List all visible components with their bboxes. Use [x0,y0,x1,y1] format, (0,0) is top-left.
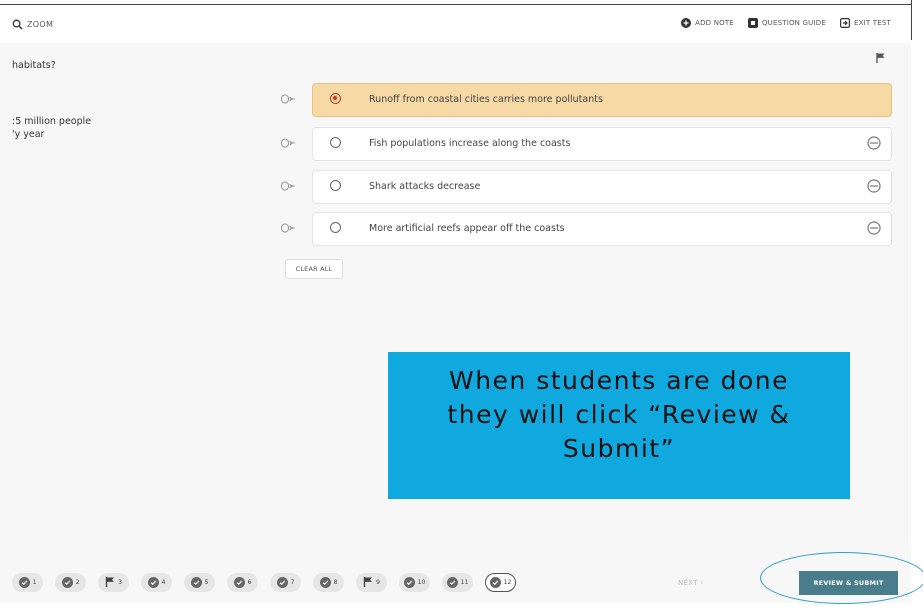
check-icon [319,577,331,588]
question-nav-2[interactable]: 2 [55,573,86,592]
check-icon [18,577,30,588]
eliminate-icon[interactable] [867,136,881,150]
question-nav-1[interactable]: 1 [12,573,43,592]
passage-text: :5 million people 'y year [12,115,91,141]
check-icon [403,577,415,588]
answer-choice-d[interactable]: More artificial reefs appear off the coa… [312,212,892,246]
clear-all-button[interactable]: CLEAR ALL [285,259,343,279]
question-nav-11[interactable]: 11 [442,573,473,592]
question-guide-label: QUESTION GUIDE [761,19,826,27]
choice-text: More artificial reefs appear off the coa… [369,223,565,234]
answer-choice-row: Fish populations increase along the coas… [280,127,892,161]
question-number: 4 [161,579,166,586]
callout-line: When students are done [448,366,790,395]
check-icon [233,577,245,588]
eliminator-icon[interactable] [280,137,296,149]
question-number: 11 [460,579,469,586]
question-number: 2 [75,579,80,586]
zoom-button[interactable]: ZOOM [12,19,53,30]
eliminate-icon[interactable] [867,179,881,193]
callout-line: they will click “Review & [447,400,791,429]
question-nav-4[interactable]: 4 [141,573,172,592]
choice-text: Shark attacks decrease [369,181,481,192]
question-number: 10 [417,579,426,586]
check-icon [147,577,159,588]
exit-test-label: EXIT TEST [853,19,891,27]
eliminator-icon[interactable] [280,222,296,234]
answer-choice-c[interactable]: Shark attacks decrease [312,170,892,204]
question-nav-6[interactable]: 6 [227,573,258,592]
question-number: 1 [32,579,37,586]
choice-text: Runoff from coastal cities carries more … [369,94,603,105]
question-nav-8[interactable]: 8 [313,573,344,592]
check-icon [190,577,202,588]
check-icon [489,577,501,588]
passage-line: 'y year [12,129,45,140]
callout-line: Submit” [562,434,676,463]
highlight-circle [760,552,923,604]
answer-choice-row: Shark attacks decrease [280,170,892,204]
question-number: 8 [333,579,338,586]
choice-text: Fish populations increase along the coas… [369,138,571,149]
add-note-button[interactable]: ADD NOTE [681,18,734,28]
guide-icon [747,18,758,28]
answer-choice-row: Runoff from coastal cities carries more … [280,83,892,117]
radio-button[interactable] [330,222,341,233]
question-nav-3[interactable]: 3 [98,573,129,592]
answer-choice-b[interactable]: Fish populations increase along the coas… [312,127,892,161]
question-nav-7[interactable]: 7 [270,573,301,592]
eliminate-icon[interactable] [867,221,881,235]
add-note-label: ADD NOTE [695,19,734,27]
question-number: 3 [118,579,122,586]
radio-button[interactable] [330,93,341,104]
question-number: 12 [503,579,512,586]
radio-button[interactable] [330,180,341,191]
zoom-label: ZOOM [27,20,54,29]
question-nav-9[interactable]: 9 [356,573,387,592]
instruction-callout: When students are done they will click “… [388,352,850,499]
answer-choice-row: More artificial reefs appear off the coa… [280,212,892,246]
flag-icon [363,576,373,589]
question-nav-5[interactable]: 5 [184,573,215,592]
check-icon [446,577,458,588]
check-icon [61,577,73,588]
search-icon [12,19,23,30]
answer-choice-a[interactable]: Runoff from coastal cities carries more … [312,83,892,117]
window-edge [911,0,912,40]
top-toolbar: ZOOM ADD NOTE QUESTION GUIDE EXIT TEST [0,4,911,44]
question-navigator: 1 2 3 4 5 6 7 8 9 10 11 12 [12,573,528,592]
flag-icon[interactable] [876,53,886,63]
question-nav-10[interactable]: 10 [399,573,430,592]
question-number: 7 [290,579,295,586]
passage-line: :5 million people [12,116,92,127]
flag-icon [105,576,115,589]
exit-test-button[interactable]: EXIT TEST [839,18,891,28]
question-number: 6 [247,579,252,586]
eliminator-icon[interactable] [280,180,296,192]
question-text: habitats? [12,60,56,71]
question-number: 5 [204,579,209,586]
question-guide-button[interactable]: QUESTION GUIDE [747,18,826,28]
check-icon [276,577,288,588]
question-number: 9 [376,579,380,586]
question-nav-12[interactable]: 12 [485,573,516,592]
eliminator-icon[interactable] [280,93,296,105]
radio-button[interactable] [330,137,341,148]
next-button[interactable]: NEXT › [678,579,703,587]
plus-circle-icon [681,18,692,28]
exit-icon [839,18,850,28]
